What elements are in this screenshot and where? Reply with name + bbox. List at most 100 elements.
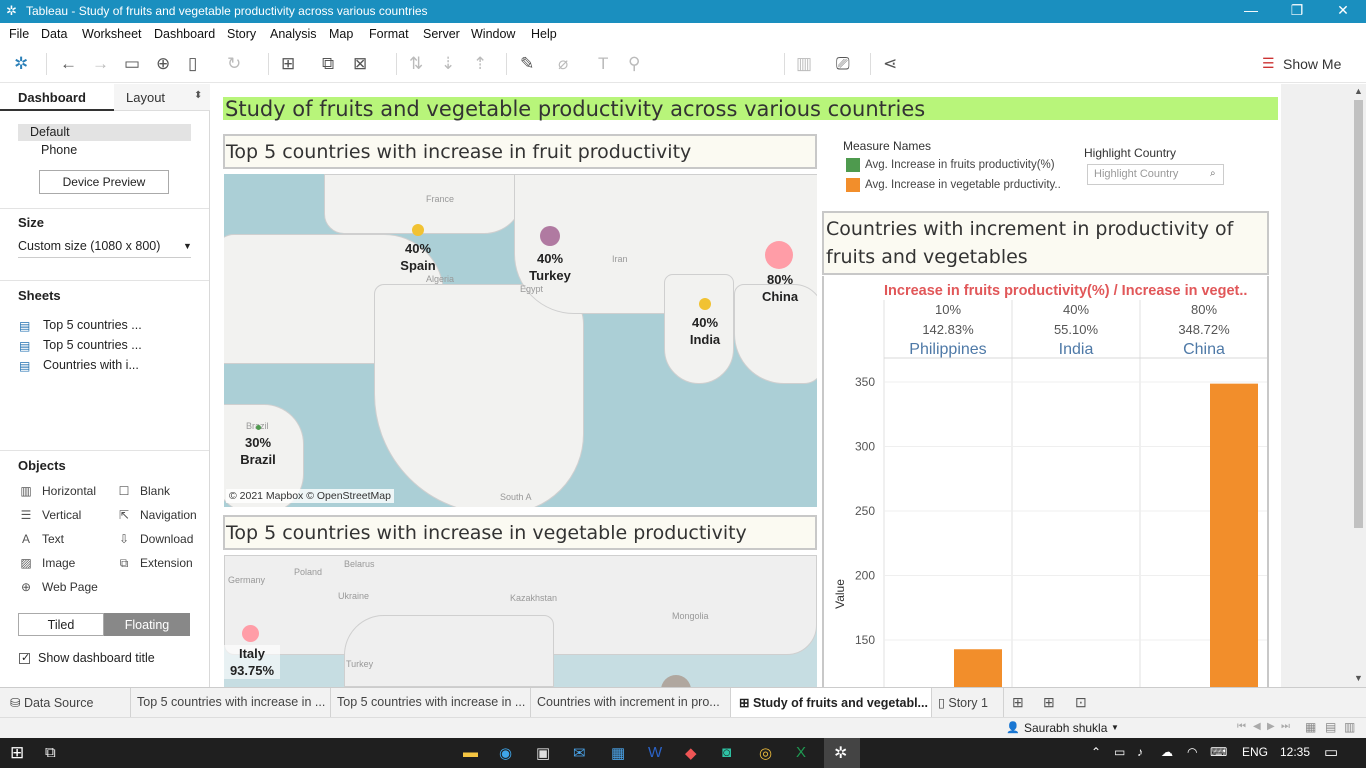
language-indicator[interactable]: ENG: [1242, 745, 1268, 759]
mail-icon[interactable]: ✉: [573, 744, 586, 762]
restore-icon[interactable]: ❐: [1274, 2, 1320, 19]
excel-icon[interactable]: X: [796, 744, 806, 761]
cloud-icon[interactable]: ☁: [1161, 745, 1173, 759]
new-dashboard-tab-icon[interactable]: ⊞: [1043, 694, 1055, 711]
new-story-tab-icon[interactable]: ⊡: [1075, 694, 1087, 711]
word-icon[interactable]: W: [648, 744, 662, 761]
map-point-turkey[interactable]: [540, 226, 560, 246]
menu-map[interactable]: Map: [329, 27, 353, 41]
sort-descending-icon[interactable]: ⇡: [473, 54, 487, 74]
new-data-source-icon[interactable]: ⊕: [156, 54, 170, 74]
clock[interactable]: 12:35: [1280, 745, 1310, 759]
scroll-thumb[interactable]: [1354, 100, 1363, 528]
first-page-icon[interactable]: ⏮: [1237, 721, 1246, 732]
last-page-icon[interactable]: ⏭: [1281, 721, 1290, 732]
sheet-item[interactable]: Top 5 countries ...: [43, 318, 142, 332]
file-explorer-icon[interactable]: ▬: [463, 744, 478, 761]
duplicate-sheet-icon[interactable]: ⧉: [322, 54, 334, 74]
undo-icon[interactable]: ←: [60, 54, 77, 74]
menu-help[interactable]: Help: [531, 27, 557, 41]
filmstrip-view-icon[interactable]: ▤: [1325, 720, 1336, 734]
presentation-mode-icon[interactable]: ⎚: [836, 54, 850, 74]
map-point-brazil[interactable]: [256, 425, 261, 430]
app-icon[interactable]: ◙: [722, 744, 731, 761]
object-image[interactable]: ▨ Image: [18, 556, 75, 570]
store-icon[interactable]: ▣: [536, 744, 550, 762]
tab-dashboard-active[interactable]: ⊞ Study of fruits and vegetabl...: [731, 688, 932, 717]
sheet-item[interactable]: Top 5 countries ...: [43, 338, 142, 352]
app-icon[interactable]: ◆: [685, 744, 697, 762]
menu-window[interactable]: Window: [471, 27, 515, 41]
tab-dashboard-pane[interactable]: Dashboard: [0, 84, 114, 111]
volume-icon[interactable]: ♪: [1137, 745, 1143, 759]
redo-icon[interactable]: →: [92, 54, 109, 74]
swap-icon[interactable]: ⇅: [409, 54, 423, 74]
dashboard-title[interactable]: Study of fruits and vegetable productivi…: [223, 97, 1278, 121]
legend-swatch-veg[interactable]: [846, 178, 860, 192]
tab-sheet[interactable]: Top 5 countries with increase in ...: [131, 688, 331, 717]
menu-dashboard[interactable]: Dashboard: [154, 27, 215, 41]
show-title-checkbox[interactable]: ✓: [19, 652, 30, 664]
map-point-china[interactable]: [765, 241, 793, 269]
calculator-icon[interactable]: ▦: [611, 744, 625, 762]
scroll-down-icon[interactable]: ▼: [1354, 673, 1363, 683]
new-worksheet-icon[interactable]: ⊞: [281, 54, 295, 74]
map-point-india[interactable]: [699, 298, 711, 310]
tabs-view-icon[interactable]: ▥: [1344, 720, 1355, 734]
tab-layout-pane[interactable]: Layout ⬍: [114, 84, 210, 111]
share-icon[interactable]: ⋖: [883, 54, 897, 74]
chevron-down-icon[interactable]: ▼: [1111, 723, 1119, 732]
menu-story[interactable]: Story: [227, 27, 256, 41]
clear-sheet-icon[interactable]: ⊠: [353, 54, 367, 74]
task-view-icon[interactable]: ⧉: [45, 744, 56, 761]
object-text[interactable]: A Text: [18, 532, 64, 546]
device-preview-button[interactable]: Device Preview: [39, 170, 169, 194]
pause-updates-icon[interactable]: ▯: [188, 54, 197, 74]
menu-data[interactable]: Data: [41, 27, 67, 41]
new-worksheet-tab-icon[interactable]: ⊞: [1012, 694, 1024, 711]
object-navigation[interactable]: ⇱ Navigation: [116, 508, 197, 522]
chevron-down-icon[interactable]: ▼: [183, 241, 192, 251]
grid-view-icon[interactable]: ▦: [1305, 720, 1316, 734]
size-dropdown[interactable]: Custom size (1080 x 800): [18, 239, 160, 253]
legend-item-fruit[interactable]: Avg. Increase in fruits productivity(%): [865, 159, 1055, 171]
notification-icon[interactable]: ▭: [1324, 743, 1338, 761]
legend-swatch-fruit[interactable]: [846, 158, 860, 172]
floating-button[interactable]: Floating: [104, 613, 190, 636]
fix-axes-icon[interactable]: ⚲: [628, 54, 640, 74]
menu-worksheet[interactable]: Worksheet: [82, 27, 142, 41]
device-phone[interactable]: Phone: [41, 143, 77, 157]
user-name[interactable]: Saurabh shukla: [1024, 721, 1107, 735]
map-point[interactable]: [661, 675, 691, 687]
menu-analysis[interactable]: Analysis: [270, 27, 317, 41]
tableau-home-icon[interactable]: ✲: [14, 54, 28, 74]
keyboard-icon[interactable]: ⌨: [1210, 745, 1227, 759]
show-me-button[interactable]: Show Me: [1283, 56, 1341, 72]
menu-file[interactable]: File: [9, 27, 29, 41]
tray-chevron-icon[interactable]: ⌃: [1091, 745, 1101, 759]
fruit-map[interactable]: France Algeria Egypt Iran South A Brazil…: [224, 174, 817, 507]
edge-icon[interactable]: ◉: [499, 744, 512, 762]
show-cards-icon[interactable]: ▥: [796, 54, 812, 74]
object-extension[interactable]: ⧉ Extension: [116, 556, 193, 571]
map-point-italy[interactable]: [242, 625, 259, 642]
tableau-taskbar-button[interactable]: ✲: [824, 738, 860, 768]
tab-story[interactable]: ▯ Story 1: [932, 688, 1004, 717]
vertical-scrollbar[interactable]: ▲ ▼: [1351, 84, 1366, 687]
menu-format[interactable]: Format: [369, 27, 409, 41]
object-blank[interactable]: ☐ Blank: [116, 484, 170, 498]
refresh-icon[interactable]: ↻: [227, 54, 241, 74]
object-web-page[interactable]: ⊕ Web Page: [18, 580, 98, 594]
labels-icon[interactable]: T: [598, 54, 608, 74]
group-icon[interactable]: ⌀: [558, 54, 568, 74]
map-point-spain[interactable]: [412, 224, 424, 236]
windows-start-icon[interactable]: ⊞: [10, 743, 24, 763]
object-vertical[interactable]: ☰ Vertical: [18, 508, 82, 522]
tab-data-source[interactable]: ⛁ Data Source: [0, 688, 131, 717]
tab-sheet[interactable]: Countries with increment in pro...: [531, 688, 731, 717]
veg-map[interactable]: Poland Belarus Germany Ukraine Kazakhsta…: [224, 555, 817, 687]
close-icon[interactable]: ✕: [1320, 2, 1366, 19]
minimize-icon[interactable]: —: [1228, 2, 1274, 18]
highlight-country-input[interactable]: Highlight Country ⌕: [1087, 164, 1224, 185]
object-download[interactable]: ⇩ Download: [116, 532, 193, 546]
